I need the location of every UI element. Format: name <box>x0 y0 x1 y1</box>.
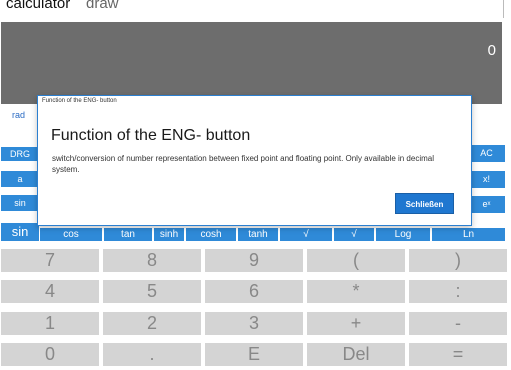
key-decimal[interactable]: . <box>103 343 201 366</box>
key-6[interactable]: 6 <box>205 280 303 303</box>
key-7[interactable]: 7 <box>1 249 99 272</box>
dialog-caption: Function of the ENG- button <box>42 98 117 104</box>
tab-calculator[interactable]: calculator <box>6 0 70 12</box>
function-row: sin cos tan sinh cosh tanh √ √ Log Ln <box>0 223 505 241</box>
key-delete[interactable]: Del <box>307 343 405 366</box>
tab-bar: calculator draw <box>0 0 511 18</box>
log-button[interactable]: Log <box>376 228 430 241</box>
key-0[interactable]: 0 <box>1 343 99 366</box>
calculator-app: calculator draw 0 rad DRG a sin AC x! eˣ… <box>0 0 511 370</box>
tanh-button[interactable]: tanh <box>238 228 278 241</box>
ac-button[interactable]: AC <box>468 145 505 162</box>
cbrt-button[interactable]: √ <box>334 228 374 241</box>
key-minus[interactable]: - <box>409 312 507 335</box>
key-3[interactable]: 3 <box>205 312 303 335</box>
dialog-title: Function of the ENG- button <box>51 127 251 144</box>
angle-mode-label[interactable]: rad <box>12 110 25 120</box>
key-close-paren[interactable]: ) <box>409 249 507 272</box>
drg-button[interactable]: DRG <box>1 147 39 161</box>
key-open-paren[interactable]: ( <box>307 249 405 272</box>
sin-button-small[interactable]: sin <box>1 195 39 211</box>
sinh-button[interactable]: sinh <box>154 228 184 241</box>
key-divide[interactable]: : <box>409 280 507 303</box>
key-plus[interactable]: + <box>307 312 405 335</box>
dialog-body: switch/conversion of number representati… <box>52 154 434 174</box>
close-button[interactable]: Schließen <box>395 193 454 214</box>
divider <box>503 0 504 18</box>
cos-button[interactable]: cos <box>40 228 102 241</box>
key-multiply[interactable]: * <box>307 280 405 303</box>
key-4[interactable]: 4 <box>1 280 99 303</box>
tan-button[interactable]: tan <box>104 228 152 241</box>
a-button[interactable]: a <box>1 171 39 187</box>
key-5[interactable]: 5 <box>103 280 201 303</box>
cosh-button[interactable]: cosh <box>186 228 236 241</box>
exp-button[interactable]: eˣ <box>468 196 505 213</box>
key-exponent[interactable]: E <box>205 343 303 366</box>
display-value: 0 <box>487 42 496 59</box>
key-2[interactable]: 2 <box>103 312 201 335</box>
sin-button[interactable]: sin <box>1 223 39 241</box>
factorial-button[interactable]: x! <box>468 171 505 188</box>
key-1[interactable]: 1 <box>1 312 99 335</box>
sqrt-button[interactable]: √ <box>280 228 332 241</box>
ln-button[interactable]: Ln <box>432 228 505 241</box>
key-equals[interactable]: = <box>409 343 507 366</box>
calculator-display: 0 <box>1 22 502 104</box>
info-dialog: Function of the ENG- button Function of … <box>37 95 472 226</box>
key-8[interactable]: 8 <box>103 249 201 272</box>
tab-draw[interactable]: draw <box>86 0 119 12</box>
key-9[interactable]: 9 <box>205 249 303 272</box>
